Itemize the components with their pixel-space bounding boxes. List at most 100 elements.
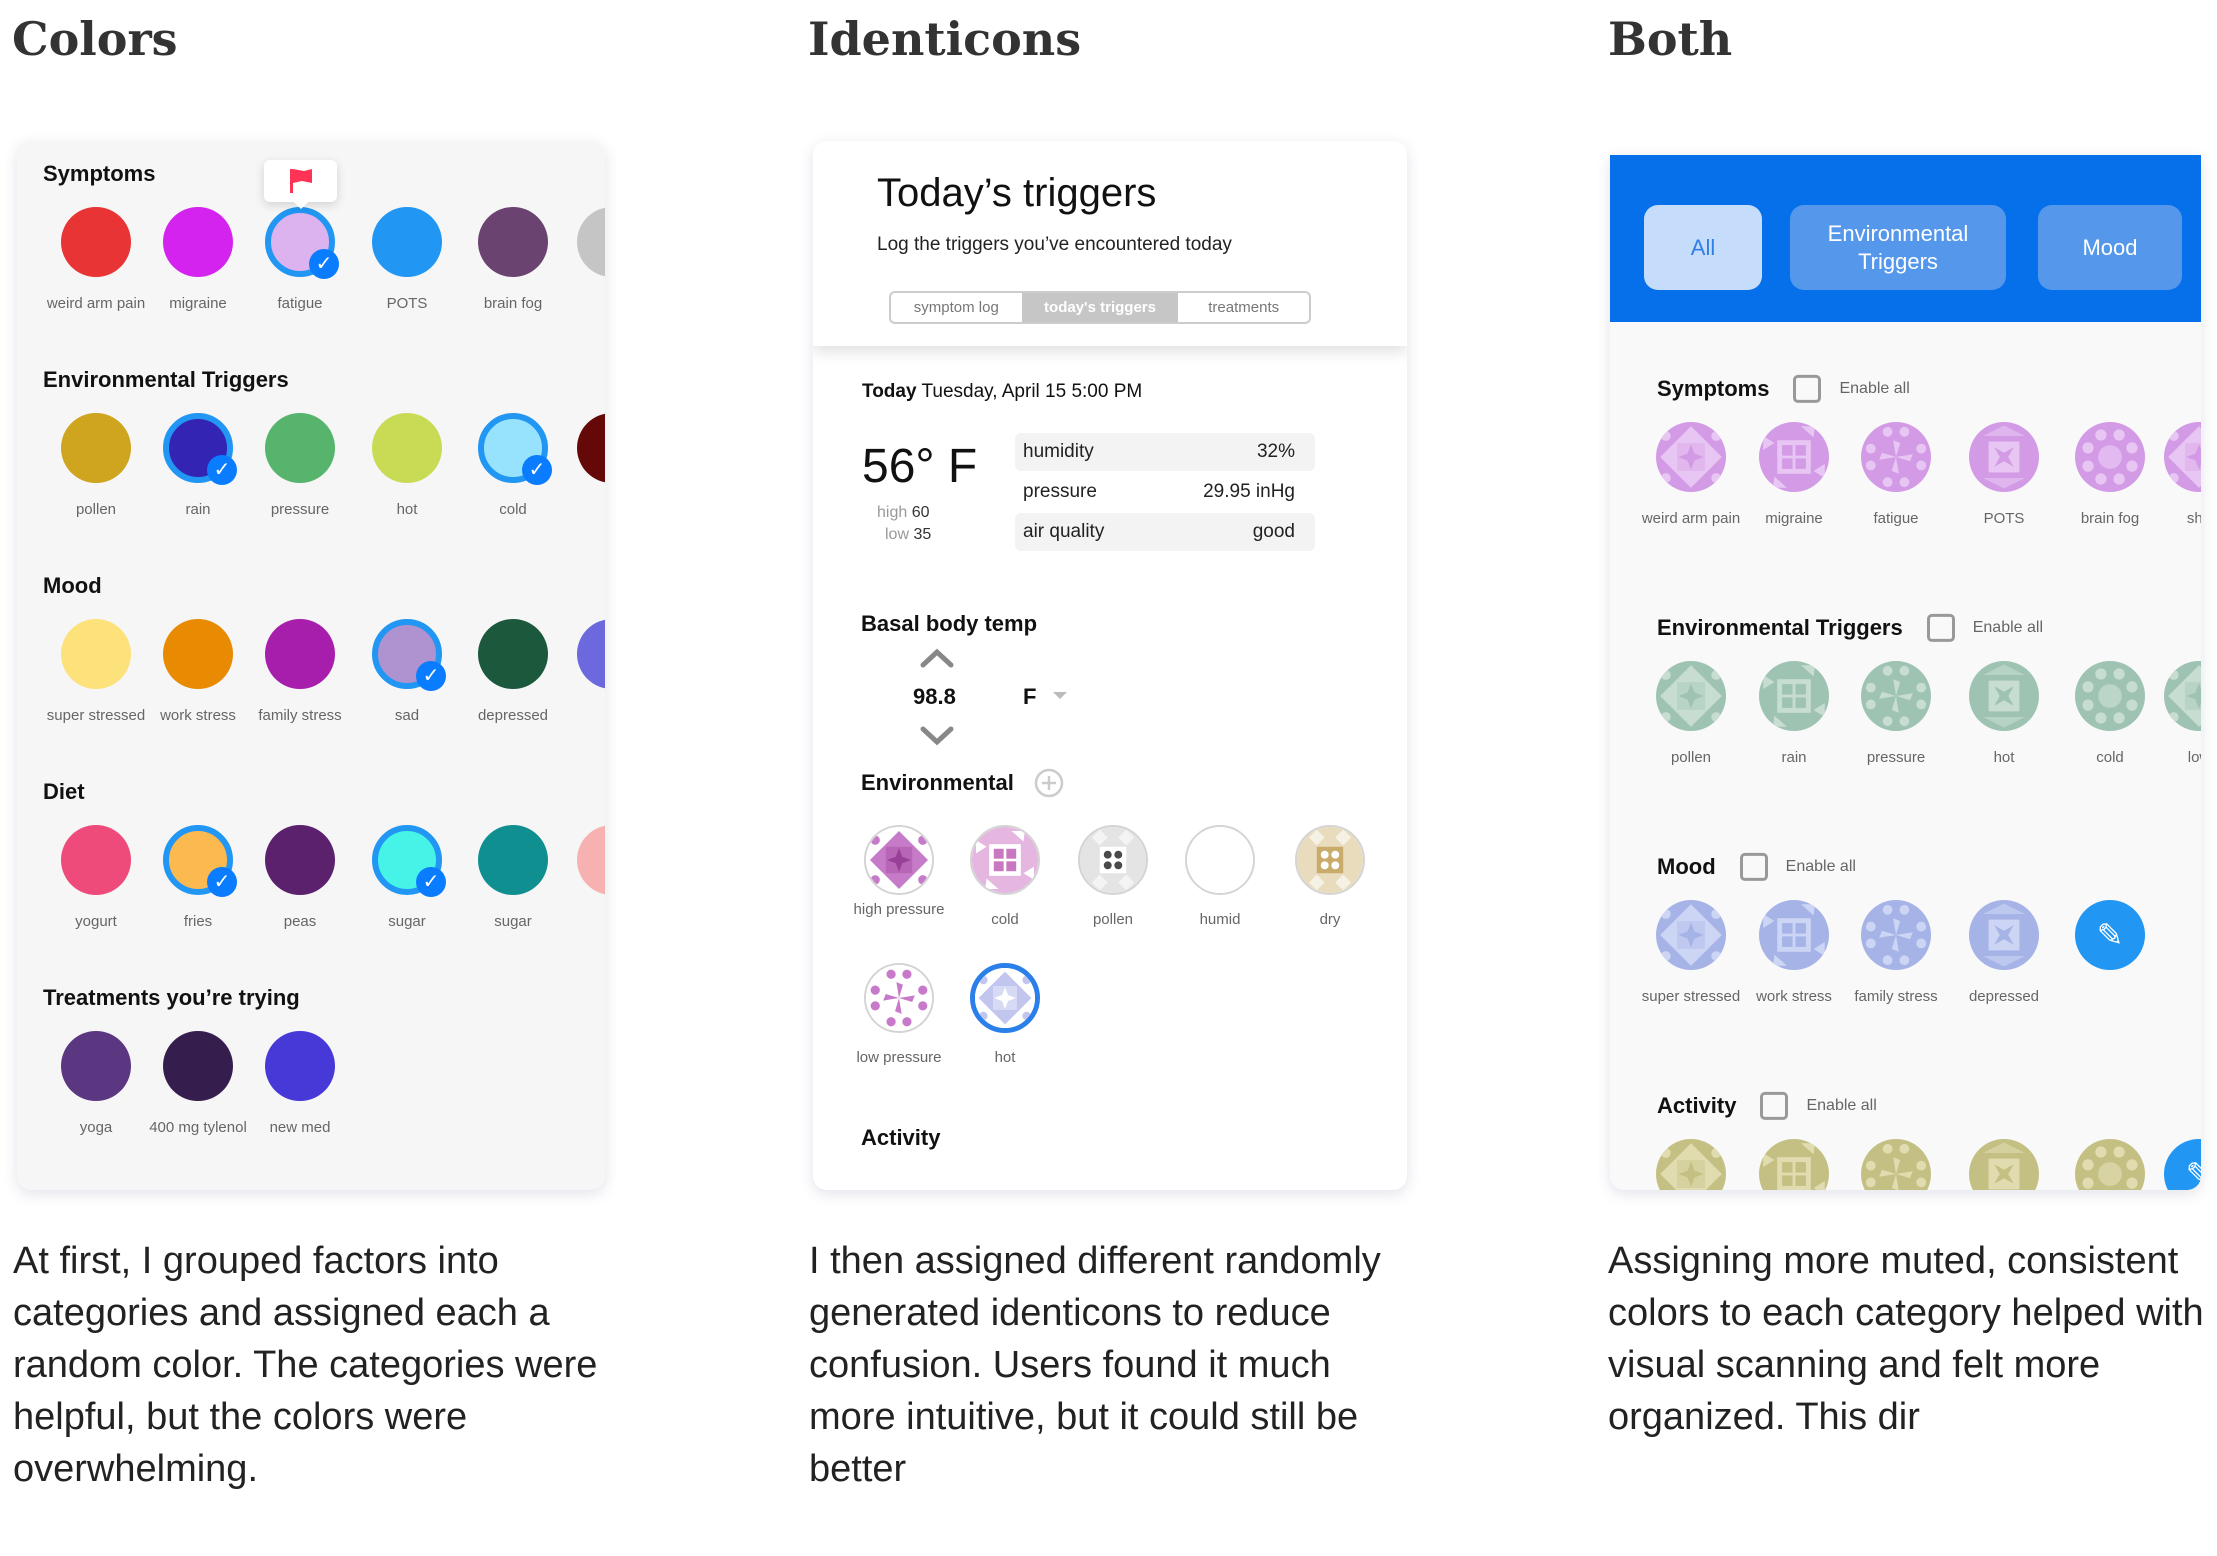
identicon[interactable] [1861,1139,1931,1190]
enable-all-checkbox[interactable] [1926,614,1955,643]
chevron-up-icon[interactable] [919,647,955,669]
identicon[interactable] [1861,661,1931,731]
filter-environmental-button[interactable]: Environmental Triggers [1790,205,2006,290]
unit-select[interactable]: F [1023,684,1036,710]
identicon[interactable] [1295,825,1365,895]
color-swatch[interactable] [61,413,131,483]
identicon[interactable] [1759,900,1829,970]
caption-identicons: I then assigned different randomly gener… [809,1240,1381,1490]
enable-all-checkbox[interactable] [1760,1092,1789,1121]
identicon[interactable] [1759,422,1829,492]
factor-label: s [537,707,605,724]
factor-item[interactable]: s [537,825,605,930]
today-label: Today [862,381,917,402]
identicon[interactable] [1969,900,2039,970]
identicon[interactable] [864,825,934,895]
color-swatch[interactable]: ✓ [163,825,237,897]
trigger-item[interactable]: hot [940,963,1070,1069]
color-swatch[interactable] [372,413,442,483]
edit-item[interactable]: ✎ [2035,900,2185,970]
tab-symptom-log[interactable]: symptom log [891,293,1022,322]
color-swatch[interactable] [577,207,605,277]
identicon[interactable] [1656,422,1726,492]
edit-button[interactable]: ✎ [2164,1139,2201,1190]
trigger-item[interactable]: dry [1265,825,1395,931]
chevron-down-icon[interactable] [919,725,955,747]
color-swatch[interactable] [577,825,605,895]
identicon[interactable] [1656,900,1726,970]
factor-item[interactable]: new med [225,1031,375,1136]
identicon[interactable] [864,963,934,1033]
identicon[interactable] [1185,825,1255,895]
identicon[interactable] [1969,1139,2039,1190]
color-swatch[interactable] [265,413,335,483]
color-swatch[interactable] [61,825,131,895]
enable-all-checkbox[interactable] [1793,375,1822,404]
identicon[interactable] [1656,661,1726,731]
basal-title: Basal body temp [861,611,1038,636]
color-swatch[interactable] [265,619,335,689]
tab-today-s-triggers[interactable]: today's triggers [1021,293,1179,322]
factor-item[interactable]: low [2124,661,2201,766]
weather-label: pressure [1023,481,1097,502]
edit-button[interactable]: ✎ [2075,900,2145,970]
add-icon[interactable] [1034,768,1064,798]
color-swatch[interactable] [61,1031,131,1101]
filter-mood-button[interactable]: Mood [2038,205,2182,290]
identicon[interactable] [1861,422,1931,492]
identicon[interactable] [1759,661,1829,731]
trigger-label: dry [1319,911,1341,928]
flag-tooltip[interactable] [264,160,337,209]
edit-item[interactable]: ✎ [2124,1139,2201,1190]
weather-value: good [1252,521,1295,542]
color-swatch[interactable] [265,825,335,895]
pencil-icon: ✎ [2185,1156,2201,1190]
identicon[interactable] [1969,422,2039,492]
color-swatch[interactable] [61,207,131,277]
identicon[interactable] [2164,422,2201,492]
weather-row: pressure 29.95 inHg [1015,473,1315,511]
section-title: Environmental Triggers [43,367,289,392]
section-title: Symptoms [43,161,156,186]
identicon[interactable] [2164,661,2201,731]
environmental-title: Environmental [861,770,1014,795]
color-swatch[interactable]: ✓ [372,825,446,897]
identicon[interactable] [1861,900,1931,970]
both-panel: All Environmental Triggers Mood Symptoms… [1610,155,2201,1190]
tab-treatments[interactable]: treatments [1178,293,1309,322]
color-swatch[interactable]: ✓ [265,207,339,279]
factor-item[interactable]: sha [2124,422,2201,527]
color-swatch[interactable]: ✓ [163,413,237,485]
color-swatch[interactable] [577,619,605,689]
identicon[interactable] [1656,1139,1726,1190]
factor-item[interactable]: s [537,207,605,312]
high-temp: high 60 [877,504,930,522]
identicon[interactable] [970,963,1040,1033]
enable-all-checkbox[interactable] [1739,853,1768,882]
identicon[interactable] [1759,1139,1829,1190]
heading-both: Both [1608,12,1733,66]
color-swatch[interactable] [577,413,605,483]
enable-all-label: Enable all [1972,619,2044,637]
identicon[interactable] [1969,661,2039,731]
weather-value: 32% [1256,441,1295,462]
color-swatch[interactable] [163,619,233,689]
color-swatch[interactable] [163,1031,233,1101]
basal-value[interactable]: 98.8 [913,684,956,710]
color-swatch[interactable] [163,207,233,277]
filter-all-button[interactable]: All [1644,205,1762,290]
weather-label: humidity [1023,441,1094,462]
color-swatch[interactable]: ✓ [372,619,446,691]
identicon[interactable] [970,825,1040,895]
color-swatch[interactable] [61,619,131,689]
color-swatch[interactable] [265,1031,335,1101]
colors-panel: Symptoms weird arm pain migraine ✓ fatigue PO… [17,141,605,1190]
low-label: low [885,526,910,543]
factor-item[interactable]: s [537,413,605,518]
caption-colors: At first, I grouped factors into categor… [13,1240,598,1490]
identicon[interactable] [1078,825,1148,895]
factor-item[interactable]: s [537,619,605,724]
dropdown-arrow-icon[interactable] [1053,692,1067,701]
section-header: Activity Enable all [1657,1092,1877,1121]
color-swatch[interactable] [372,207,442,277]
